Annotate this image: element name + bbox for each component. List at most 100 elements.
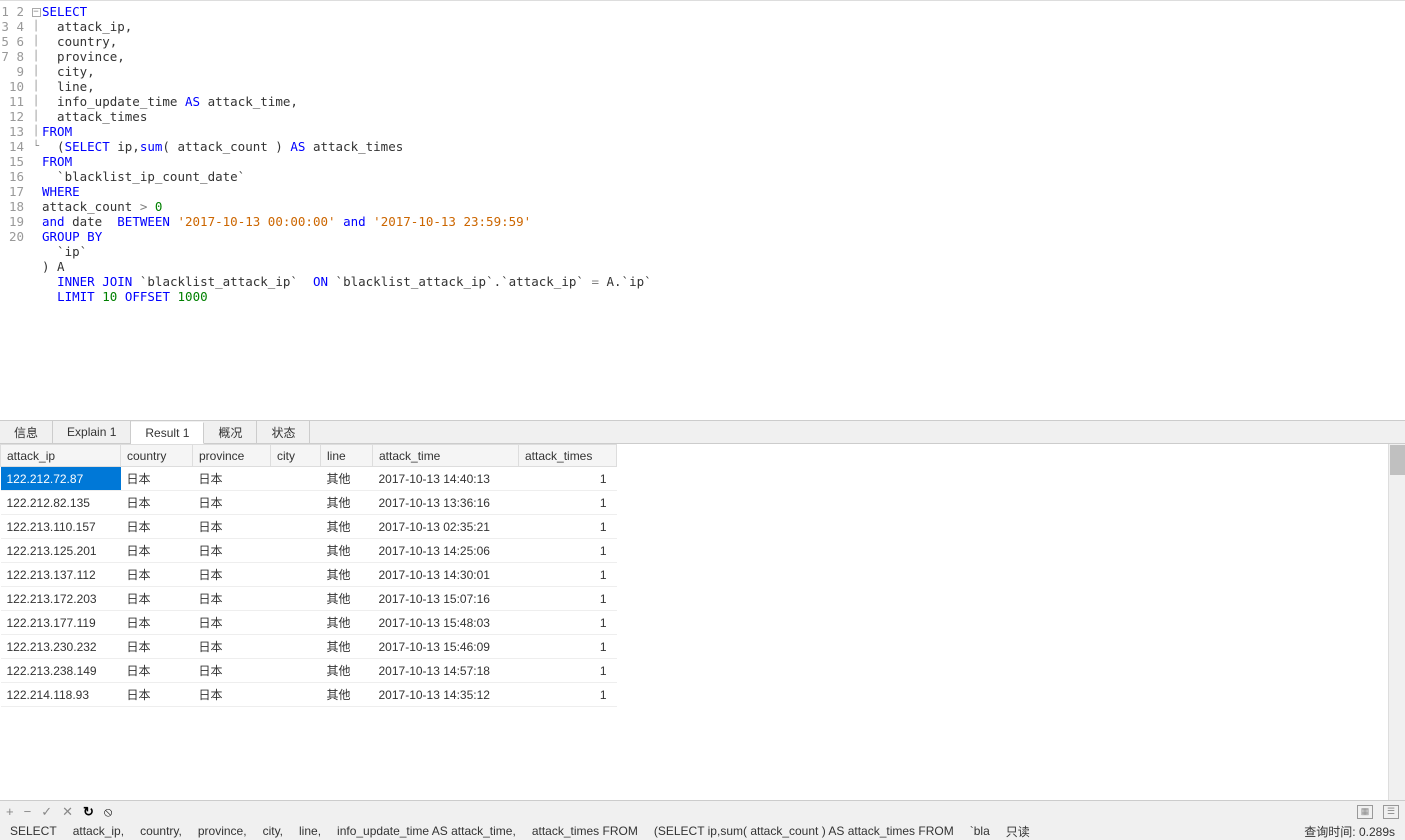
cell[interactable]: 日本 [193,515,271,539]
cell[interactable]: 其他 [321,515,373,539]
result-grid[interactable]: attack_ipcountryprovincecitylineattack_t… [0,444,1388,800]
table-row[interactable]: 122.213.110.157日本日本其他2017-10-13 02:35:21… [1,515,617,539]
table-row[interactable]: 122.212.72.87日本日本其他2017-10-13 14:40:131 [1,467,617,491]
cell[interactable]: 日本 [121,491,193,515]
column-header[interactable]: attack_ip [1,445,121,467]
cell[interactable]: 2017-10-13 02:35:21 [373,515,519,539]
add-row-icon[interactable]: + [6,804,14,819]
cell[interactable]: 1 [519,539,617,563]
cell[interactable]: 2017-10-13 14:40:13 [373,467,519,491]
cell[interactable]: 日本 [121,539,193,563]
table-row[interactable]: 122.212.82.135日本日本其他2017-10-13 13:36:161 [1,491,617,515]
cell[interactable]: 日本 [193,635,271,659]
tab-信息[interactable]: 信息 [0,421,53,443]
cell[interactable]: 122.213.172.203 [1,587,121,611]
cell[interactable] [271,491,321,515]
table-row[interactable]: 122.214.118.93日本日本其他2017-10-13 14:35:121 [1,683,617,707]
apply-icon[interactable]: ✓ [41,804,52,820]
cell[interactable]: 1 [519,491,617,515]
code-area[interactable]: SELECT attack_ip, country, province, cit… [42,1,1405,420]
cell[interactable]: 其他 [321,539,373,563]
cell[interactable]: 122.213.238.149 [1,659,121,683]
table-row[interactable]: 122.213.230.232日本日本其他2017-10-13 15:46:09… [1,635,617,659]
cell[interactable]: 122.214.118.93 [1,683,121,707]
cell[interactable] [271,683,321,707]
tab-explain-1[interactable]: Explain 1 [53,421,131,443]
cell[interactable]: 122.213.110.157 [1,515,121,539]
cell[interactable]: 日本 [121,611,193,635]
column-header[interactable]: attack_time [373,445,519,467]
cell[interactable] [271,563,321,587]
cell[interactable]: 2017-10-13 15:07:16 [373,587,519,611]
cell[interactable]: 日本 [193,563,271,587]
form-view-icon[interactable]: ☰ [1383,805,1399,819]
cell[interactable] [271,611,321,635]
stop-icon[interactable]: ⦸ [104,804,112,820]
sql-editor[interactable]: 1 2 3 4 5 6 7 8 9 10 11 12 13 14 15 16 1… [0,0,1405,420]
cell[interactable]: 日本 [193,683,271,707]
cell[interactable] [271,587,321,611]
cell[interactable] [271,539,321,563]
cell[interactable]: 2017-10-13 15:48:03 [373,611,519,635]
cell[interactable]: 日本 [193,587,271,611]
cell[interactable] [271,515,321,539]
cell[interactable]: 122.213.125.201 [1,539,121,563]
cell[interactable]: 日本 [121,683,193,707]
table-row[interactable]: 122.213.137.112日本日本其他2017-10-13 14:30:01… [1,563,617,587]
cell[interactable]: 1 [519,587,617,611]
cell[interactable]: 1 [519,635,617,659]
cell[interactable]: 日本 [121,467,193,491]
cancel-icon[interactable]: ✕ [62,804,73,820]
cell[interactable]: 122.213.137.112 [1,563,121,587]
cell[interactable]: 其他 [321,611,373,635]
cell[interactable]: 122.212.82.135 [1,491,121,515]
cell[interactable]: 日本 [121,563,193,587]
cell[interactable]: 其他 [321,587,373,611]
cell[interactable]: 其他 [321,563,373,587]
cell[interactable]: 日本 [193,467,271,491]
cell[interactable]: 1 [519,563,617,587]
cell[interactable]: 日本 [193,539,271,563]
cell[interactable]: 其他 [321,683,373,707]
cell[interactable]: 日本 [121,587,193,611]
cell[interactable]: 1 [519,683,617,707]
tab-result-1[interactable]: Result 1 [131,422,204,444]
cell[interactable]: 其他 [321,635,373,659]
column-header[interactable]: line [321,445,373,467]
cell[interactable]: 2017-10-13 14:57:18 [373,659,519,683]
cell[interactable]: 其他 [321,659,373,683]
table-row[interactable]: 122.213.177.119日本日本其他2017-10-13 15:48:03… [1,611,617,635]
cell[interactable]: 1 [519,515,617,539]
scroll-thumb[interactable] [1390,445,1405,475]
remove-row-icon[interactable]: − [24,804,32,819]
cell[interactable]: 2017-10-13 14:30:01 [373,563,519,587]
column-header[interactable]: country [121,445,193,467]
cell[interactable]: 其他 [321,467,373,491]
vertical-scrollbar[interactable] [1388,444,1405,800]
fold-column[interactable]: − │ │ │ │ │ │ │ │ └ [30,1,42,420]
table-row[interactable]: 122.213.172.203日本日本其他2017-10-13 15:07:16… [1,587,617,611]
cell[interactable] [271,635,321,659]
cell[interactable]: 日本 [193,491,271,515]
tab-概况[interactable]: 概况 [204,421,257,443]
cell[interactable]: 1 [519,467,617,491]
cell[interactable]: 日本 [121,635,193,659]
cell[interactable]: 1 [519,611,617,635]
table-row[interactable]: 122.213.125.201日本日本其他2017-10-13 14:25:06… [1,539,617,563]
cell[interactable]: 日本 [121,515,193,539]
cell[interactable]: 122.213.177.119 [1,611,121,635]
cell[interactable]: 2017-10-13 13:36:16 [373,491,519,515]
cell[interactable]: 日本 [193,611,271,635]
cell[interactable]: 日本 [193,659,271,683]
tab-状态[interactable]: 状态 [257,421,310,443]
cell[interactable]: 2017-10-13 14:25:06 [373,539,519,563]
grid-view-icon[interactable]: ▦ [1357,805,1373,819]
cell[interactable]: 日本 [121,659,193,683]
cell[interactable]: 2017-10-13 14:35:12 [373,683,519,707]
cell[interactable] [271,659,321,683]
column-header[interactable]: city [271,445,321,467]
column-header[interactable]: attack_times [519,445,617,467]
cell[interactable]: 2017-10-13 15:46:09 [373,635,519,659]
cell[interactable]: 122.212.72.87 [1,467,121,491]
cell[interactable]: 122.213.230.232 [1,635,121,659]
